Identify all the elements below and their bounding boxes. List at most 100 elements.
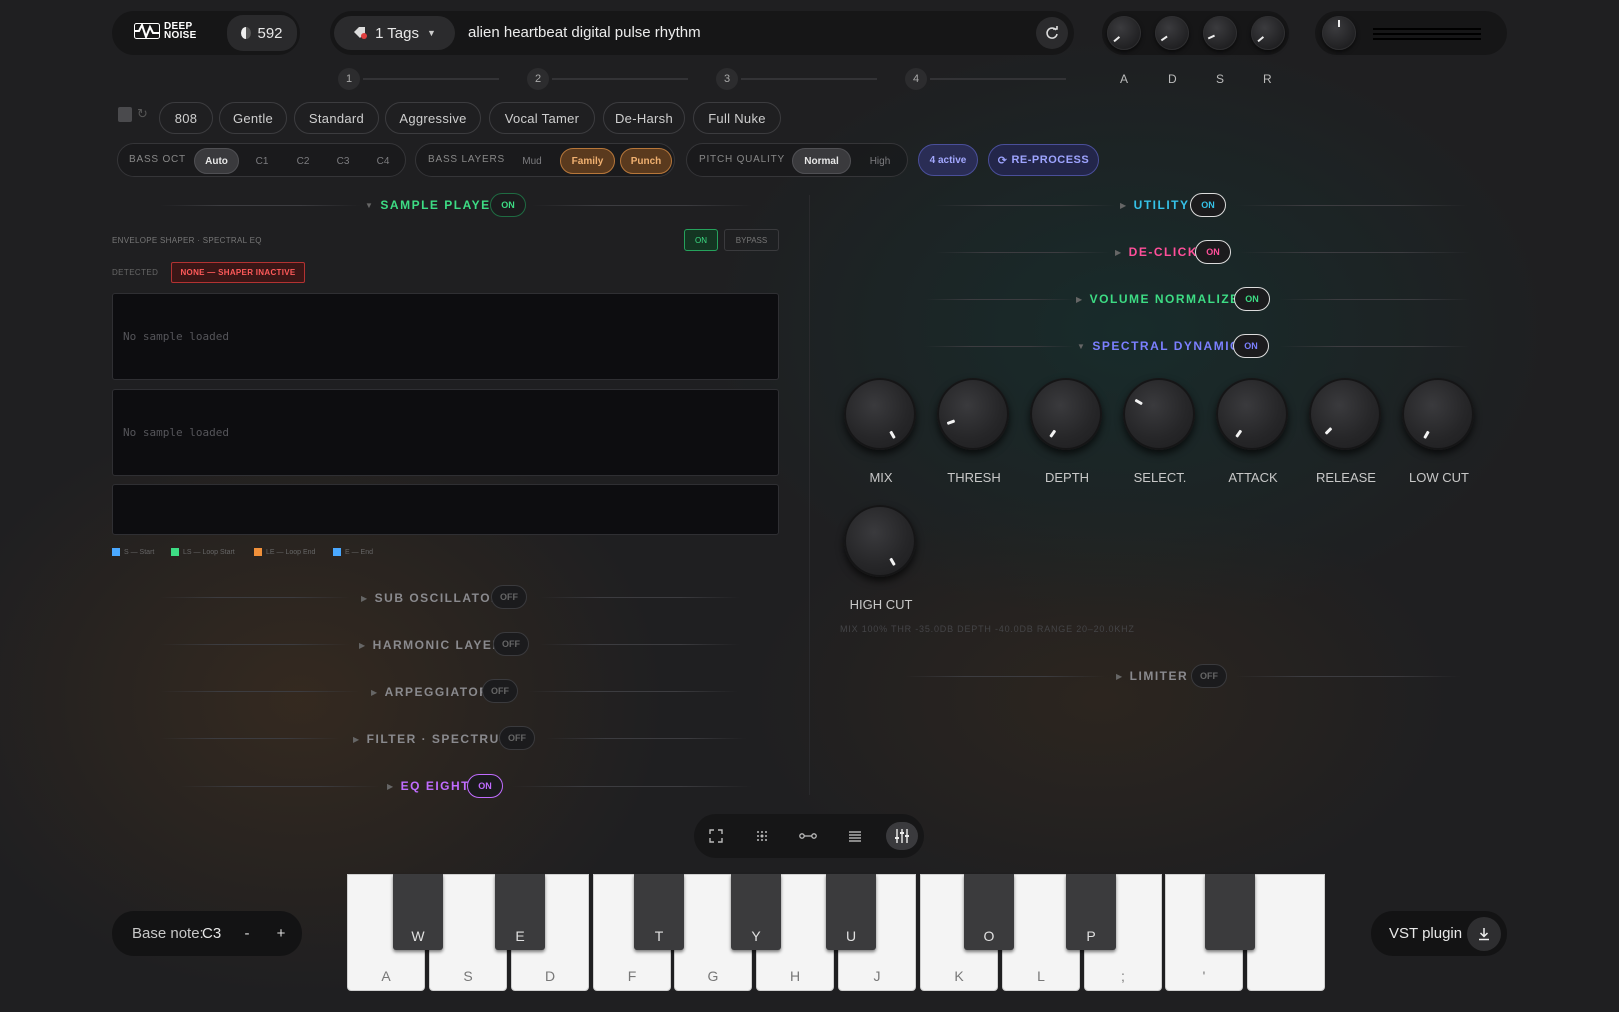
caret-right-icon: ▶ bbox=[1115, 247, 1123, 257]
prompt-text[interactable]: alien heartbeat digital pulse rhythm bbox=[468, 24, 701, 41]
preset-gentle[interactable]: Gentle bbox=[219, 102, 287, 134]
spectrum-display[interactable]: No sample loaded bbox=[112, 389, 779, 476]
pitch-quality-label: PITCH QUALITY bbox=[699, 154, 785, 165]
arpeggiator-toggle[interactable]: OFF bbox=[482, 679, 518, 703]
filter-spectrum-toggle[interactable]: OFF bbox=[499, 726, 535, 750]
fullscreen-button[interactable] bbox=[700, 822, 732, 850]
harmonic-layer-toggle[interactable]: OFF bbox=[493, 632, 529, 656]
spectral-dynamics-toggle[interactable]: ON bbox=[1233, 334, 1269, 358]
bass-layer-mud[interactable]: Mud bbox=[518, 148, 546, 174]
bass-oct-auto[interactable]: Auto bbox=[194, 148, 239, 174]
depth-knob[interactable] bbox=[1030, 378, 1102, 450]
decay-knob[interactable] bbox=[1155, 16, 1189, 50]
save-preset-icon[interactable] bbox=[118, 107, 132, 122]
sub-oscillator-header[interactable]: ▶ SUB OSCILLATOR bbox=[361, 591, 501, 605]
attack-knob[interactable] bbox=[1107, 16, 1141, 50]
bass-oct-c3[interactable]: C3 bbox=[330, 148, 356, 174]
bass-oct-c1[interactable]: C1 bbox=[249, 148, 275, 174]
attack-knob[interactable] bbox=[1216, 378, 1288, 450]
step-1[interactable]: 1 bbox=[338, 68, 360, 90]
pitch-quality-normal[interactable]: Normal bbox=[792, 148, 851, 174]
preset-de-harsh[interactable]: De-Harsh bbox=[603, 102, 685, 134]
sub-oscillator-toggle[interactable]: OFF bbox=[491, 585, 527, 609]
section-divider bbox=[160, 738, 340, 739]
mix-knob[interactable] bbox=[844, 378, 916, 450]
filter-spectrum-header[interactable]: ▶ FILTER · SPECTRUM bbox=[353, 732, 511, 746]
step-3[interactable]: 3 bbox=[716, 68, 738, 90]
section-divider bbox=[1240, 252, 1470, 253]
utility-toggle[interactable]: ON bbox=[1190, 193, 1226, 217]
pitch-quality-high[interactable]: High bbox=[862, 148, 898, 174]
arpeggiator-header[interactable]: ▶ ARPEGGIATOR bbox=[371, 685, 489, 699]
step-4[interactable]: 4 bbox=[905, 68, 927, 90]
dots-grid-icon bbox=[757, 831, 767, 841]
download-button[interactable] bbox=[1467, 917, 1501, 951]
mixer-view-button[interactable] bbox=[886, 822, 918, 850]
bass-oct-c4[interactable]: C4 bbox=[370, 148, 396, 174]
output-meter bbox=[1373, 38, 1481, 40]
eq-eight-toggle[interactable]: ON bbox=[467, 774, 503, 798]
step-connector bbox=[552, 78, 688, 80]
step-2[interactable]: 2 bbox=[527, 68, 549, 90]
section-divider bbox=[532, 205, 752, 206]
limiter-header[interactable]: ▶ LIMITER bbox=[1116, 669, 1188, 683]
piano-key-extra[interactable] bbox=[1247, 874, 1325, 991]
reset-button[interactable] bbox=[1036, 17, 1068, 49]
preset-full-nuke[interactable]: Full Nuke bbox=[693, 102, 781, 134]
bass-oct-c2[interactable]: C2 bbox=[290, 148, 316, 174]
volume-normalizer-header[interactable]: ▶ VOLUME NORMALIZER bbox=[1076, 292, 1250, 306]
base-note-increment-button[interactable]: + bbox=[270, 922, 292, 944]
bass-layers-label: BASS LAYERS bbox=[428, 154, 505, 165]
piano-key-y[interactable]: Y bbox=[731, 874, 781, 950]
loop-markers-display[interactable] bbox=[112, 484, 779, 535]
spectral-dynamics-header[interactable]: ▼ SPECTRAL DYNAMICS bbox=[1077, 339, 1250, 353]
release-knob[interactable] bbox=[1309, 378, 1381, 450]
preset-aggressive[interactable]: Aggressive bbox=[385, 102, 481, 134]
volume-normalizer-toggle[interactable]: ON bbox=[1234, 287, 1270, 311]
eq-eight-header[interactable]: ▶ EQ EIGHT bbox=[387, 779, 470, 793]
bass-layer-punch[interactable]: Punch bbox=[620, 148, 672, 174]
piano-key-o[interactable]: O bbox=[964, 874, 1014, 950]
preset-808[interactable]: 808 bbox=[159, 102, 213, 134]
tags-dropdown[interactable]: 1 Tags ▼ bbox=[334, 16, 455, 50]
waveform-display[interactable]: No sample loaded bbox=[112, 293, 779, 380]
shaper-on-button[interactable]: ON bbox=[684, 229, 718, 251]
reprocess-button[interactable]: ⟳ RE-PROCESS bbox=[988, 144, 1099, 176]
low-cut-knob[interactable] bbox=[1402, 378, 1474, 450]
piano-key-w[interactable]: W bbox=[393, 874, 443, 950]
list-view-button[interactable] bbox=[839, 822, 871, 850]
sample-player-toggle[interactable]: ON bbox=[490, 193, 526, 217]
bass-layer-family[interactable]: Family bbox=[560, 148, 615, 174]
harmonic-layer-header[interactable]: ▶ HARMONIC LAYER bbox=[359, 638, 503, 652]
shaper-bypass-button[interactable]: BYPASS bbox=[724, 229, 779, 251]
sustain-knob[interactable] bbox=[1203, 16, 1237, 50]
piano-key-t[interactable]: T bbox=[634, 874, 684, 950]
credits-badge[interactable]: 592 bbox=[227, 15, 297, 51]
logo[interactable]: DEEP NOISE bbox=[134, 22, 197, 41]
section-divider bbox=[160, 691, 360, 692]
sample-player-header[interactable]: ▼ SAMPLE PLAYER bbox=[365, 198, 501, 212]
base-note-decrement-button[interactable]: - bbox=[236, 922, 258, 944]
output-volume-knob[interactable] bbox=[1322, 16, 1356, 50]
caret-down-icon: ▼ bbox=[1077, 341, 1087, 351]
expand-icon bbox=[709, 829, 723, 843]
piano-key-extra-black[interactable] bbox=[1205, 874, 1255, 950]
caret-right-icon: ▶ bbox=[371, 687, 379, 697]
grid-view-button[interactable] bbox=[746, 822, 778, 850]
piano-key-e[interactable]: E bbox=[495, 874, 545, 950]
utility-header[interactable]: ▶ UTILITY bbox=[1120, 198, 1189, 212]
piano-key-u[interactable]: U bbox=[826, 874, 876, 950]
routing-button[interactable] bbox=[792, 822, 824, 850]
piano-key-p[interactable]: P bbox=[1066, 874, 1116, 950]
de-click-toggle[interactable]: ON bbox=[1195, 240, 1231, 264]
reset-preset-icon[interactable]: ↻ bbox=[137, 106, 148, 122]
limiter-toggle[interactable]: OFF bbox=[1191, 664, 1227, 688]
select-knob[interactable] bbox=[1123, 378, 1195, 450]
preset-standard[interactable]: Standard bbox=[294, 102, 379, 134]
thresh-knob[interactable] bbox=[937, 378, 1009, 450]
preset-vocal-tamer[interactable]: Vocal Tamer bbox=[489, 102, 595, 134]
section-divider bbox=[160, 597, 350, 598]
release-knob[interactable] bbox=[1251, 16, 1285, 50]
high-cut-knob[interactable] bbox=[844, 505, 916, 577]
de-click-header[interactable]: ▶ DE-CLICK bbox=[1115, 245, 1198, 259]
